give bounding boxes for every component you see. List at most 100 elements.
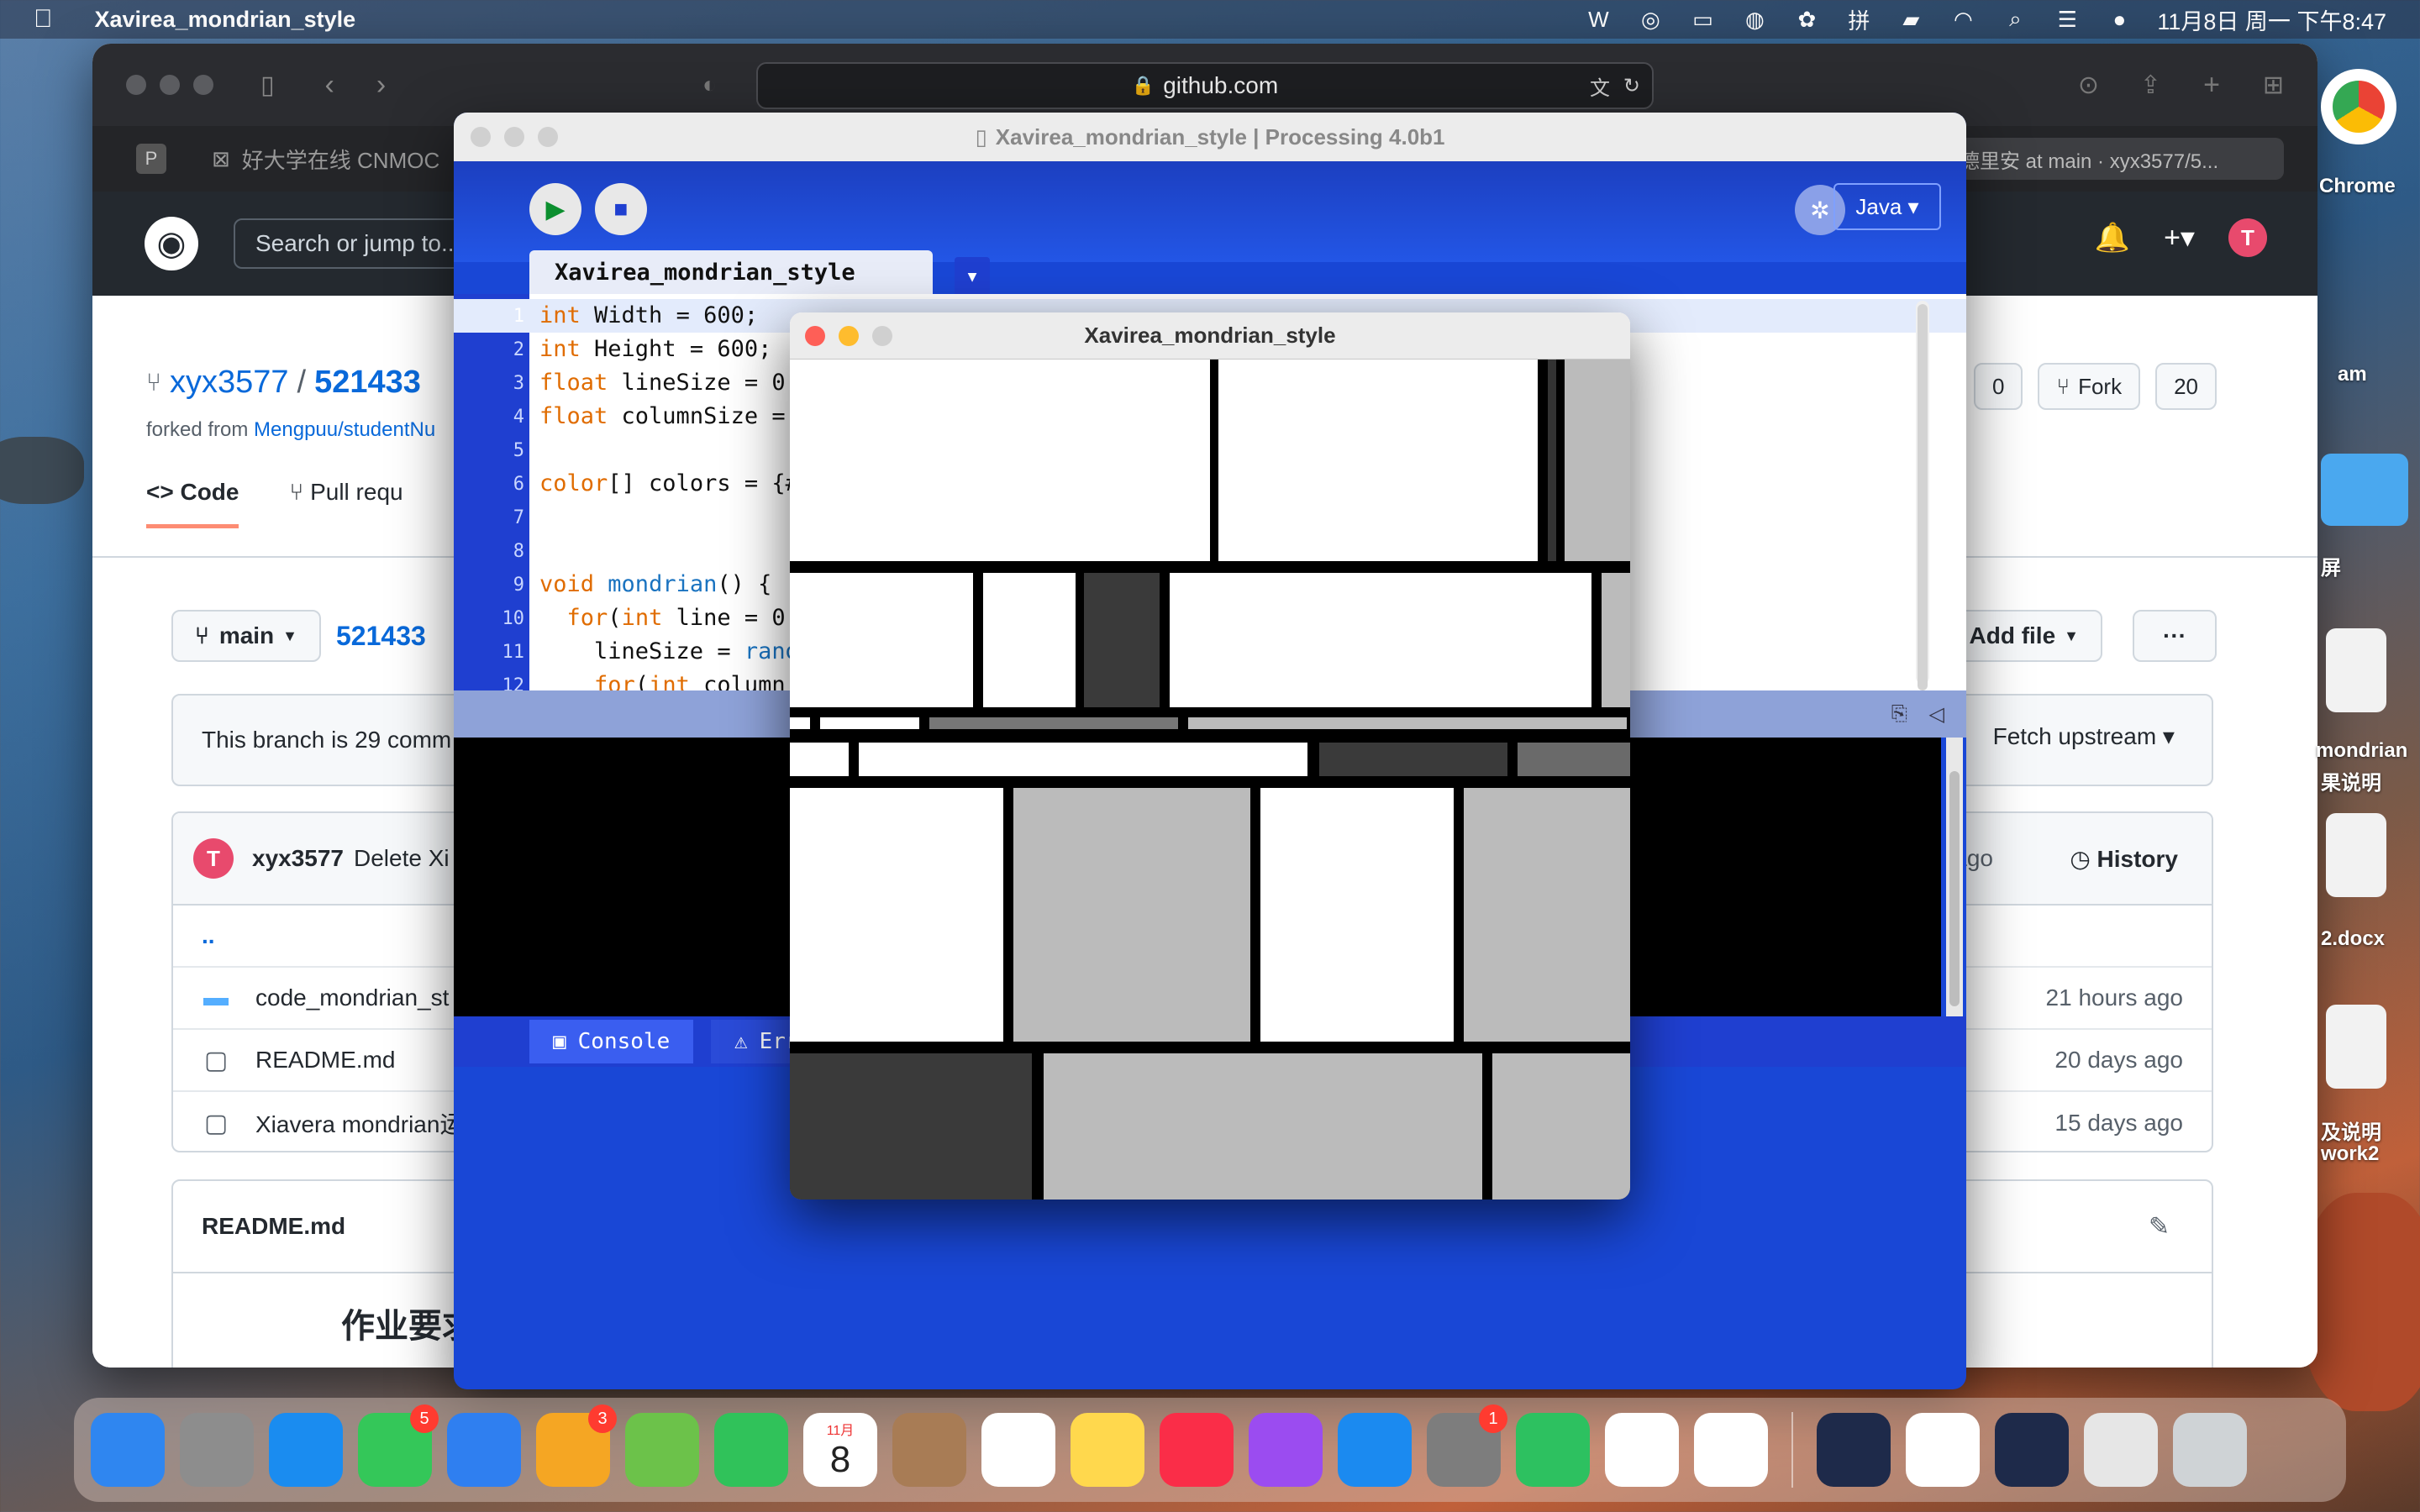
- share-icon[interactable]: ⇪: [2140, 71, 2161, 100]
- siri-icon[interactable]: ●: [2105, 7, 2133, 32]
- notes-icon[interactable]: [1071, 1413, 1144, 1487]
- copy-icon[interactable]: ⎘: [1891, 702, 1907, 726]
- creative-cloud-icon[interactable]: ◍: [1740, 7, 1769, 32]
- repo-owner-link[interactable]: xyx3577: [170, 365, 289, 401]
- minimize-button[interactable]: [504, 127, 524, 147]
- file-name[interactable]: code_mondrian_st: [255, 984, 449, 1011]
- zoom-button[interactable]: [872, 326, 892, 346]
- clock[interactable]: 11月8日 周一 下午8:47: [2157, 3, 2386, 36]
- display-icon[interactable]: ▭: [1688, 7, 1717, 32]
- new-tab-icon[interactable]: +: [2203, 69, 2220, 102]
- star-count[interactable]: 0: [1974, 363, 2023, 410]
- baidu-netdisk-icon[interactable]: [1605, 1413, 1679, 1487]
- tab-active[interactable]: 蒙德里安 at main · xyx3577/5...: [1923, 138, 2284, 180]
- editor-scrollbar[interactable]: [1916, 301, 1929, 690]
- fork-count[interactable]: 20: [2155, 363, 2217, 410]
- breadcrumb[interactable]: 521433: [336, 621, 426, 652]
- minimize-button[interactable]: [839, 326, 859, 346]
- maps-icon[interactable]: [625, 1413, 699, 1487]
- battery-icon[interactable]: ▰: [1897, 7, 1925, 32]
- history-link[interactable]: ◷ History: [2070, 845, 2178, 873]
- tab-pull-requests[interactable]: ⑂ Pull requ: [289, 479, 402, 528]
- reload-icon[interactable]: ↻: [1623, 74, 1640, 98]
- mode-select[interactable]: Java ▾: [1833, 183, 1941, 230]
- trash-icon[interactable]: [2173, 1413, 2247, 1487]
- document-icon[interactable]: [2326, 628, 2386, 712]
- photos-icon[interactable]: 3: [536, 1404, 617, 1487]
- bell-icon[interactable]: 🔔: [2095, 221, 2130, 255]
- pinned-tab-icon[interactable]: P: [136, 144, 166, 174]
- safari-icon[interactable]: [269, 1413, 343, 1487]
- tab-close-icon[interactable]: ⊠: [212, 146, 230, 172]
- tab-overview-icon[interactable]: ⊞: [2263, 71, 2284, 100]
- stop-button[interactable]: ■: [595, 183, 647, 235]
- github-logo-icon[interactable]: ◉: [145, 217, 198, 270]
- parent-dir-link[interactable]: ..: [202, 922, 215, 949]
- tab-code[interactable]: <> Code: [146, 479, 239, 528]
- branch-select[interactable]: ⑂ main ▼: [171, 610, 321, 662]
- wifi-icon[interactable]: ◠: [1949, 7, 1977, 32]
- mail-icon[interactable]: [447, 1413, 521, 1487]
- document-icon[interactable]: [2326, 813, 2386, 897]
- mondrian-canvas[interactable]: [790, 360, 1630, 1200]
- wechat-icon[interactable]: [1516, 1413, 1590, 1487]
- close-button[interactable]: [126, 75, 146, 95]
- zoom-button[interactable]: [538, 127, 558, 147]
- typora-icon[interactable]: [1906, 1413, 1980, 1487]
- avatar[interactable]: T: [2228, 218, 2267, 257]
- tab-menu-button[interactable]: ▼: [955, 257, 990, 296]
- github-search-input[interactable]: Search or jump to...: [234, 218, 486, 269]
- fetch-upstream-button[interactable]: Fetch upstream ▾: [1993, 722, 2175, 750]
- forked-from-link[interactable]: Mengpuu/studentNu: [254, 418, 435, 441]
- forward-icon[interactable]: ›: [376, 69, 386, 102]
- file-name[interactable]: README.md: [255, 1047, 395, 1074]
- processing-icon[interactable]: [1817, 1413, 1891, 1487]
- close-button[interactable]: [805, 326, 825, 346]
- active-app-name[interactable]: Xavirea_mondrian_style: [95, 7, 356, 33]
- fork-button[interactable]: ⑂ Fork: [2038, 363, 2141, 410]
- download-icon[interactable]: ⊙: [2078, 71, 2099, 100]
- control-center-icon[interactable]: ☰: [2053, 7, 2081, 32]
- processing-2-icon[interactable]: [1995, 1413, 2069, 1487]
- launchpad-icon[interactable]: [180, 1413, 254, 1487]
- apple-icon[interactable]: : [34, 5, 53, 34]
- sidebar-icon[interactable]: ▯: [260, 71, 275, 100]
- file-name[interactable]: Xiavera mondrian运: [255, 1106, 463, 1140]
- minimize-button[interactable]: [160, 75, 180, 95]
- reminders-icon[interactable]: [981, 1413, 1055, 1487]
- scroll-thumb[interactable]: [1918, 304, 1928, 690]
- add-file-button[interactable]: Add file ▼: [1945, 610, 2102, 662]
- calendar-icon[interactable]: 11月 8: [803, 1413, 877, 1487]
- messages-icon[interactable]: 5: [358, 1404, 439, 1487]
- scroll-thumb[interactable]: [1949, 771, 1960, 1006]
- sketch-tab[interactable]: Xavirea_mondrian_style ▼: [529, 250, 990, 296]
- folder-icon[interactable]: [2321, 454, 2408, 526]
- shield-icon[interactable]: ◐: [702, 71, 717, 98]
- close-button[interactable]: [471, 127, 491, 147]
- commit-message[interactable]: Delete Xi: [354, 845, 450, 872]
- music-icon[interactable]: [1160, 1413, 1234, 1487]
- console-scrollbar[interactable]: [1946, 738, 1963, 1016]
- wps-icon[interactable]: [1694, 1413, 1768, 1487]
- translate-icon[interactable]: 文: [1590, 71, 1610, 101]
- chrome-icon[interactable]: [2321, 69, 2396, 144]
- baidu-icon[interactable]: ✿: [1792, 7, 1821, 32]
- back-icon[interactable]: ‹: [325, 69, 334, 102]
- avatar[interactable]: T: [193, 838, 234, 879]
- address-bar[interactable]: 🔒 github.com 文 ↻: [756, 62, 1654, 109]
- collapse-icon[interactable]: ◁: [1929, 702, 1944, 727]
- wechat-icon[interactable]: ◎: [1636, 7, 1665, 32]
- downloads-stack-icon[interactable]: [2084, 1413, 2158, 1487]
- search-icon[interactable]: ⌕: [2001, 6, 2029, 32]
- wps-icon[interactable]: W: [1584, 7, 1612, 32]
- podcasts-icon[interactable]: [1249, 1413, 1323, 1487]
- facetime-icon[interactable]: [714, 1413, 788, 1487]
- commit-author[interactable]: xyx3577: [252, 845, 344, 872]
- pencil-icon[interactable]: ✎: [2149, 1212, 2170, 1242]
- more-button[interactable]: ···: [2133, 610, 2217, 662]
- app-store-icon[interactable]: [1338, 1413, 1412, 1487]
- plus-icon[interactable]: +▾: [2164, 221, 2195, 255]
- run-button[interactable]: ▶: [529, 183, 581, 235]
- console-tab[interactable]: ▣ Console: [529, 1020, 694, 1063]
- tab-left[interactable]: ⊠ 好大学在线 CNMOC: [212, 144, 439, 175]
